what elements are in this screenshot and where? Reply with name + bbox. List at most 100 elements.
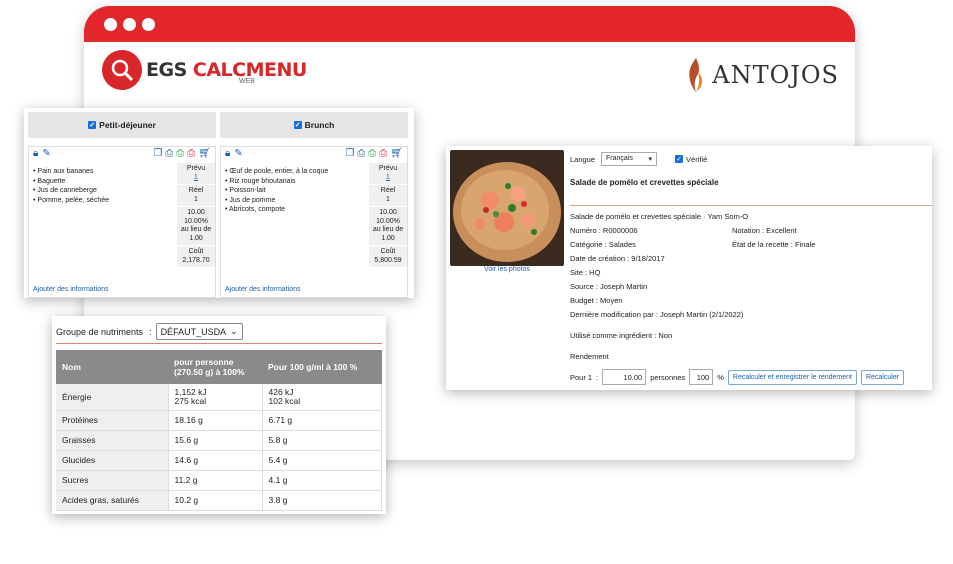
list-item: • Œuf de poule, entier, à la coque [225, 168, 329, 175]
planned-stat: Prévu 1 [177, 163, 215, 185]
ratio-stat: 10.00 10.00% au lieu de 1.00 [369, 207, 407, 246]
recipe-site: Site : HQ [570, 268, 601, 277]
percent-sign: % [717, 372, 724, 382]
recipe-photo[interactable] [450, 150, 564, 266]
column-body: 🔒︎ ✎ ❐ ⎙ ⎙ ⎙ 🛒︎ • Pain aux bananes • Bag… [28, 146, 216, 298]
print-red-icon[interactable]: ⎙ [379, 149, 387, 159]
recipe-meta-grid: Numéro : R0000006 Notation : Excellent C… [570, 226, 926, 249]
recipe-number: Numéro : R0000006 [570, 226, 638, 235]
recipe-source: Source : Joseph Martin [570, 282, 648, 291]
planned-link[interactable]: 1 [194, 174, 198, 181]
print-red-icon[interactable]: ⎙ [187, 149, 195, 159]
nutrient-group-colon: : [149, 326, 152, 337]
menu-item-list: • Pain aux bananes • Baguette • Jus de c… [33, 167, 173, 205]
window-dot-icon[interactable] [123, 17, 136, 31]
verified-checkbox[interactable]: ✓ Vérifié [675, 155, 707, 164]
column-header: ✓ Petit-déjeuner [28, 112, 216, 138]
recipe-rating: Notation : Excellent [732, 226, 797, 235]
ratio-stat: 10.00 10.00% au lieu de 1.00 [177, 207, 215, 246]
nutrient-group-select[interactable]: DÉFAUT_USDA ⌄ [155, 323, 243, 340]
add-info-link[interactable]: Ajouter des informations [225, 286, 300, 293]
checkbox-checked-icon[interactable]: ✓ [293, 121, 302, 129]
cart-icon[interactable]: 🛒︎ [198, 149, 211, 159]
column-toolbar: 🔒︎ ✎ ❐ ⎙ ⎙ ⎙ 🛒︎ [221, 147, 407, 161]
print-green-icon[interactable]: ⎙ [176, 149, 184, 159]
actual-stat: Réel 1 [177, 185, 215, 207]
lock-icon[interactable]: 🔒︎ [33, 149, 38, 159]
column-header: Nom [56, 350, 168, 384]
window-dot-icon[interactable] [104, 17, 117, 31]
screenshot-stage: EGS CALCMENU WEB ANTOJOS ✓ Petit-déjeune… [0, 0, 953, 564]
copy-icon[interactable]: ❐ [153, 149, 162, 159]
nutrients-table: Nom pour personne (270.50 g) à 100% Pour… [56, 350, 382, 511]
language-select[interactable]: Français ▾ [601, 152, 658, 166]
list-item: • Riz rouge bhoutanais [225, 177, 296, 185]
recipe-subtitle: Salade de pomélo et crevettes spéciale ·… [570, 212, 749, 221]
cart-icon[interactable]: 🛒︎ [390, 149, 403, 159]
print-icon[interactable]: ⎙ [357, 149, 365, 159]
lock-icon[interactable]: 🔒︎ [225, 149, 230, 159]
print-icon[interactable]: ⎙ [165, 149, 173, 159]
checkbox-checked-icon[interactable]: ✓ [675, 155, 684, 163]
actual-stat: Réel 1 [369, 185, 407, 207]
recipe-status: État de la recette : Finale [732, 240, 816, 249]
planned-stat: Prévu 1 [369, 163, 407, 185]
recalculate-save-button[interactable]: Recalculer et enregistrer le rendement [727, 369, 857, 385]
column-header: pour personne (270.50 g) à 100% [168, 350, 262, 384]
egs-logo-text: EGS CALCMENU [146, 59, 307, 81]
window-dot-icon[interactable] [142, 17, 155, 31]
checkbox-checked-icon[interactable]: ✓ [88, 121, 97, 129]
recipe-info: Langue Français ▾ ✓ Vérifié Salade de po… [570, 150, 932, 385]
menu-plan-card: ✓ Petit-déjeuner 🔒︎ ✎ ❐ ⎙ ⎙ ⎙ 🛒︎ • Pain … [24, 108, 414, 298]
copy-icon[interactable]: ❐ [345, 149, 354, 159]
menu-stats: Prévu 1 Réel 1 10.00 10.00% au lieu de 1.00 C… [177, 163, 215, 268]
nutrient-group-row: Groupe de nutriments : DÉFAUT_USDA ⌄ [56, 320, 382, 344]
add-info-link[interactable]: Ajouter des informations [33, 286, 108, 293]
flame-icon [689, 58, 703, 92]
egs-logo: EGS CALCMENU [102, 50, 307, 90]
yield-row: Pour 1 : 10.00 personnes 100 % Recalcule… [570, 369, 926, 385]
antojos-logo-text: ANTOJOS [712, 61, 839, 89]
menu-item-list: • Œuf de poule, entier, à la coque • Riz… [225, 167, 365, 215]
list-item: • Jus de canneberge [33, 187, 97, 194]
creation-date: Date de création : 9/18/2017 [570, 254, 665, 263]
language-label: Langue [570, 154, 596, 164]
column-toolbar: 🔒︎ ✎ ❐ ⎙ ⎙ ⎙ 🛒︎ [29, 147, 215, 161]
menu-column-breakfast: ✓ Petit-déjeuner 🔒︎ ✎ ❐ ⎙ ⎙ ⎙ 🛒︎ • Pain … [28, 112, 216, 298]
recipe-budget: Budget : Moyen [570, 296, 623, 305]
antojos-logo: ANTOJOS [686, 58, 839, 92]
table-row: Sucres 11.2 g 4.1 g [56, 470, 382, 491]
print-green-icon[interactable]: ⎙ [368, 149, 376, 159]
browser-title-bar [84, 6, 855, 42]
yield-colon: : [596, 372, 599, 382]
pencil-icon[interactable]: ✎ [234, 149, 242, 159]
view-photos-link[interactable]: Voir les photos [450, 266, 564, 273]
table-row: Glucides 14.6 g 5.4 g [56, 450, 382, 471]
table-row: Protéines 18.16 g 6.71 g [56, 410, 382, 431]
nutrient-group-label: Groupe de nutriments [56, 326, 144, 337]
table-row: Acides gras, saturés 10.2 g 3.8 g [56, 490, 382, 511]
list-item: • Pomme, pelée, séchée [33, 196, 110, 204]
column-body: 🔒︎ ✎ ❐ ⎙ ⎙ ⎙ 🛒︎ • Œuf de poule, entier, … [220, 146, 408, 298]
percent-input[interactable]: 100 [689, 369, 714, 385]
table-row: Graisses 15.6 g 5.8 g [56, 430, 382, 451]
pencil-icon[interactable]: ✎ [42, 149, 50, 159]
cost-stat: Coût 5,800.59 [369, 246, 407, 268]
column-header: Pour 100 g/ml à 100 % [262, 350, 382, 384]
list-item: • Pain aux bananes [33, 168, 94, 175]
recalculate-button[interactable]: Recalculer [860, 369, 905, 385]
last-modified: Dernière modification par : Joseph Marti… [570, 310, 744, 319]
recipe-details-card: Voir les photos Langue Français ▾ ✓ Véri… [446, 146, 932, 390]
list-item: • Poisson-lait [225, 187, 266, 194]
planned-link[interactable]: 1 [386, 174, 390, 181]
recipe-meta-list: Date de création : 9/18/2017 Site : HQ S… [570, 254, 926, 361]
divider [570, 205, 932, 206]
persons-input[interactable]: 10.00 [602, 369, 647, 385]
yield-for-label: Pour 1 [570, 372, 593, 382]
chevron-down-icon: ⌄ [230, 326, 238, 336]
caret-down-icon: ▾ [648, 156, 653, 163]
egs-logo-icon [102, 50, 142, 90]
language-row: Langue Français ▾ ✓ Vérifié [570, 150, 926, 168]
column-header: ✓ Brunch [220, 112, 408, 138]
menu-column-brunch: ✓ Brunch 🔒︎ ✎ ❐ ⎙ ⎙ ⎙ 🛒︎ • Œuf de poule,… [220, 112, 408, 298]
